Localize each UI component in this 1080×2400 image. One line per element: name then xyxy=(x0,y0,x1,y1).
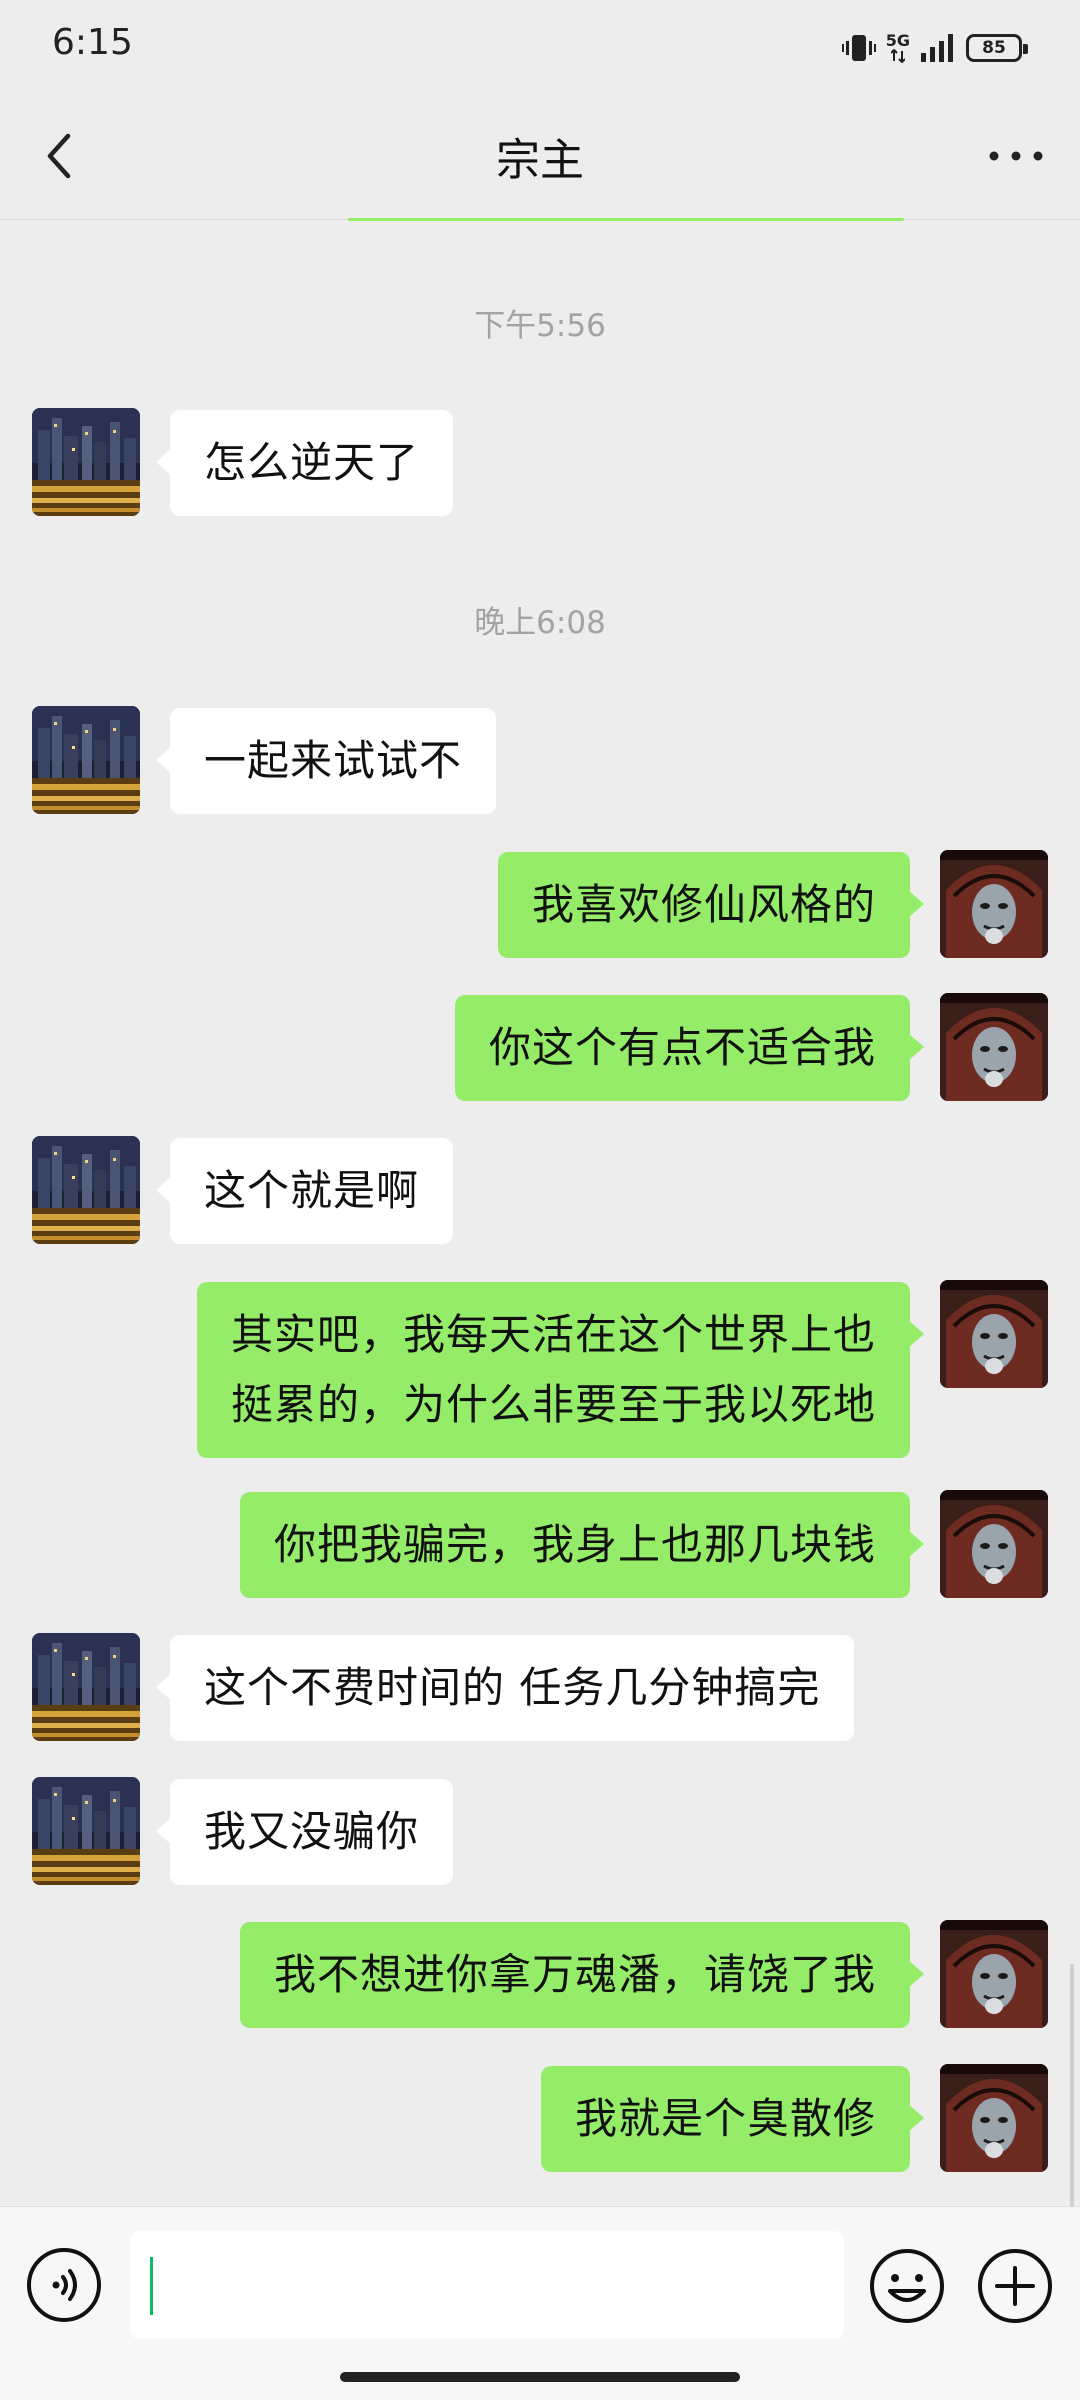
self-avatar[interactable] xyxy=(940,993,1048,1101)
scrollbar[interactable] xyxy=(1070,1964,1074,2214)
self-avatar[interactable] xyxy=(940,2064,1048,2172)
self-avatar[interactable] xyxy=(940,1920,1048,2028)
message-bubble-received[interactable]: 这个不费时间的 任务几分钟搞完 xyxy=(155,1635,855,1741)
more-options-button[interactable] xyxy=(980,120,1052,192)
self-avatar[interactable] xyxy=(940,1280,1048,1388)
text-caret xyxy=(150,2257,153,2315)
chat-header: 宗主 xyxy=(0,96,1080,220)
emoji-icon xyxy=(870,2249,944,2323)
message-bubble-sent[interactable]: 你把我骗完，我身上也那几块钱 xyxy=(239,1492,925,1598)
voice-input-button[interactable] xyxy=(26,2247,102,2323)
contact-avatar[interactable] xyxy=(32,1633,140,1741)
more-dots-icon xyxy=(989,151,1043,161)
header-accent-line xyxy=(348,218,904,221)
message-input[interactable] xyxy=(130,2231,844,2339)
battery-icon: 85 xyxy=(966,34,1028,62)
message-bubble-sent[interactable]: 我不想进你拿万魂潘，请饶了我 xyxy=(239,1922,925,2028)
contact-avatar[interactable] xyxy=(32,408,140,516)
contact-avatar[interactable] xyxy=(32,706,140,814)
status-bar: 6:15 5G 85 xyxy=(0,0,1080,96)
message-bubble-sent[interactable]: 其实吧，我每天活在这个世界上也 挺累的，为什么非要至于我以死地 xyxy=(196,1282,925,1458)
plus-icon xyxy=(978,2249,1052,2323)
self-avatar[interactable] xyxy=(940,1490,1048,1598)
message-list[interactable]: 下午5:56 怎么逆天了 晚上6:08 一起来试试不 我喜欢修仙风格的 你这个有… xyxy=(0,222,1080,2214)
contact-avatar[interactable] xyxy=(32,1136,140,1244)
voice-icon xyxy=(27,2248,101,2322)
battery-level: 85 xyxy=(982,38,1006,58)
self-avatar[interactable] xyxy=(940,850,1048,958)
message-bubble-sent[interactable]: 我就是个臭散修 xyxy=(540,2066,925,2172)
emoji-button[interactable] xyxy=(868,2247,946,2325)
contact-avatar[interactable] xyxy=(32,1777,140,1885)
timestamp: 晚上6:08 xyxy=(474,605,606,641)
network-type: 5G xyxy=(885,31,910,50)
input-bar xyxy=(0,2206,1080,2400)
network-indicator: 5G xyxy=(886,33,910,63)
timestamp: 下午5:56 xyxy=(474,308,606,344)
message-bubble-received[interactable]: 我又没骗你 xyxy=(155,1779,454,1885)
more-functions-button[interactable] xyxy=(976,2247,1054,2325)
message-bubble-received[interactable]: 怎么逆天了 xyxy=(155,410,454,516)
message-bubble-received[interactable]: 这个就是啊 xyxy=(155,1138,454,1244)
status-time: 6:15 xyxy=(52,22,133,63)
message-bubble-sent[interactable]: 我喜欢修仙风格的 xyxy=(497,852,925,958)
data-arrows-icon xyxy=(890,49,905,63)
home-indicator[interactable] xyxy=(340,2372,740,2382)
message-bubble-received[interactable]: 一起来试试不 xyxy=(155,708,497,814)
vibrate-icon xyxy=(841,35,876,61)
chat-title: 宗主 xyxy=(496,135,584,186)
status-icons: 5G 85 xyxy=(841,30,1028,66)
message-bubble-sent[interactable]: 你这个有点不适合我 xyxy=(454,995,925,1101)
signal-icon xyxy=(921,34,953,62)
